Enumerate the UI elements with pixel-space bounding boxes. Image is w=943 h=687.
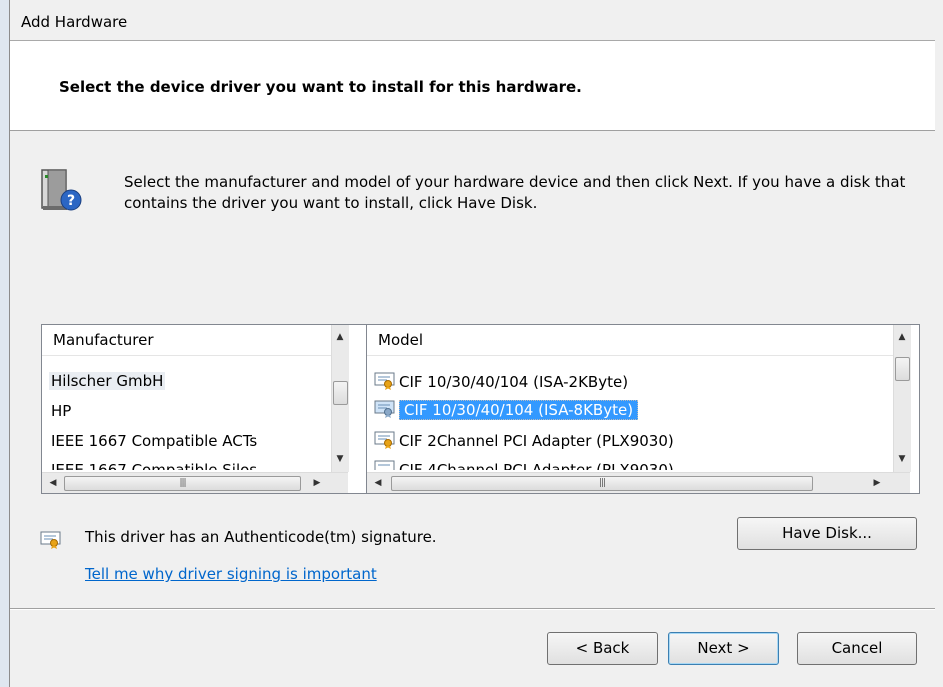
model-item-label: CIF 4Channel PCI Adapter (PLX9030) [399,461,674,470]
scroll-right-arrow-icon[interactable]: ▶ [309,475,325,491]
manufacturer-item-label: HP [51,402,72,420]
certificate-icon [40,531,61,549]
manufacturer-vertical-scrollbar[interactable]: ▲ ▼ [331,325,349,472]
have-disk-label: Have Disk... [782,524,872,542]
model-vertical-scrollbar[interactable]: ▲ ▼ [893,325,911,472]
manufacturer-horizontal-scrollbar[interactable]: ◀ ||| ▶ [42,472,348,493]
title-bar: Add Hardware [10,0,943,40]
hardware-device-icon: ? [41,169,82,211]
scroll-thumb[interactable] [895,357,910,381]
model-item-label: CIF 10/30/40/104 (ISA-2KByte) [399,373,629,391]
manufacturer-column-header[interactable]: Manufacturer [42,325,331,356]
model-header-label: Model [378,331,424,349]
scroll-thumb[interactable]: ||| [64,476,301,491]
instructions-text: Select the manufacturer and model of you… [124,173,906,212]
page-heading: Select the device driver you want to ins… [59,78,582,96]
cancel-button[interactable]: Cancel [797,632,917,665]
scroll-up-arrow-icon[interactable]: ▲ [332,329,348,345]
next-label: Next > [697,639,750,657]
model-list[interactable]: Model CIF 10/30/40/104 (ISA-2KByte) CIF … [366,324,920,494]
manufacturer-item-label: IEEE 1667 Compatible ACTs [51,432,258,450]
manufacturer-list[interactable]: Manufacturer Hilscher GmbH HP IEEE 1667 … [41,324,368,494]
certificate-icon [374,400,395,418]
list-item[interactable]: IEEE 1667 Compatible ACTs [51,428,257,455]
list-item[interactable]: CIF 10/30/40/104 (ISA-8KByte) [374,397,639,424]
scroll-thumb[interactable] [333,381,348,405]
model-horizontal-scrollbar[interactable]: ◀ ||| ▶ [367,472,910,493]
signature-status-text: This driver has an Authenticode(tm) sign… [85,528,437,546]
manufacturer-item-label: Hilscher GmbH [49,372,166,390]
manufacturer-item-label: IEEE 1667 Compatible Silos [51,461,258,470]
scroll-grip-icon: ||| [598,478,606,488]
add-hardware-dialog: Add Hardware Select the device driver yo… [9,0,943,687]
list-item[interactable]: CIF 2Channel PCI Adapter (PLX9030) [374,428,674,455]
scroll-left-arrow-icon[interactable]: ◀ [370,475,386,491]
cancel-label: Cancel [831,639,883,657]
back-label: < Back [575,639,630,657]
next-button[interactable]: Next > [668,632,779,665]
list-item[interactable]: CIF 4Channel PCI Adapter (PLX9030) [374,456,674,470]
scroll-thumb[interactable]: ||| [391,476,813,491]
model-item-label: CIF 2Channel PCI Adapter (PLX9030) [399,432,674,450]
scroll-up-arrow-icon[interactable]: ▲ [894,329,910,345]
manufacturer-header-label: Manufacturer [53,331,154,349]
model-column-header[interactable]: Model [367,325,893,356]
window-title: Add Hardware [21,13,128,31]
list-item[interactable]: CIF 10/30/40/104 (ISA-2KByte) [374,369,628,396]
certificate-icon [374,372,395,390]
list-item[interactable]: Hilscher GmbH [49,368,166,395]
driver-signing-link[interactable]: Tell me why driver signing is important [85,565,377,583]
certificate-icon [374,431,395,449]
wizard-header: Select the device driver you want to ins… [10,40,935,131]
scroll-down-arrow-icon[interactable]: ▼ [894,451,910,467]
have-disk-button[interactable]: Have Disk... [737,517,917,550]
back-button[interactable]: < Back [547,632,658,665]
scroll-left-arrow-icon[interactable]: ◀ [45,475,61,491]
scroll-down-arrow-icon[interactable]: ▼ [332,451,348,467]
certificate-icon [374,460,395,470]
svg-text:?: ? [67,193,75,209]
scroll-right-arrow-icon[interactable]: ▶ [869,475,885,491]
list-item[interactable]: IEEE 1667 Compatible Silos [51,456,257,470]
model-item-label: CIF 10/30/40/104 (ISA-8KByte) [399,400,639,420]
list-item[interactable]: HP [51,398,71,425]
scroll-grip-icon: ||| [179,478,186,488]
footer-separator [10,608,935,610]
